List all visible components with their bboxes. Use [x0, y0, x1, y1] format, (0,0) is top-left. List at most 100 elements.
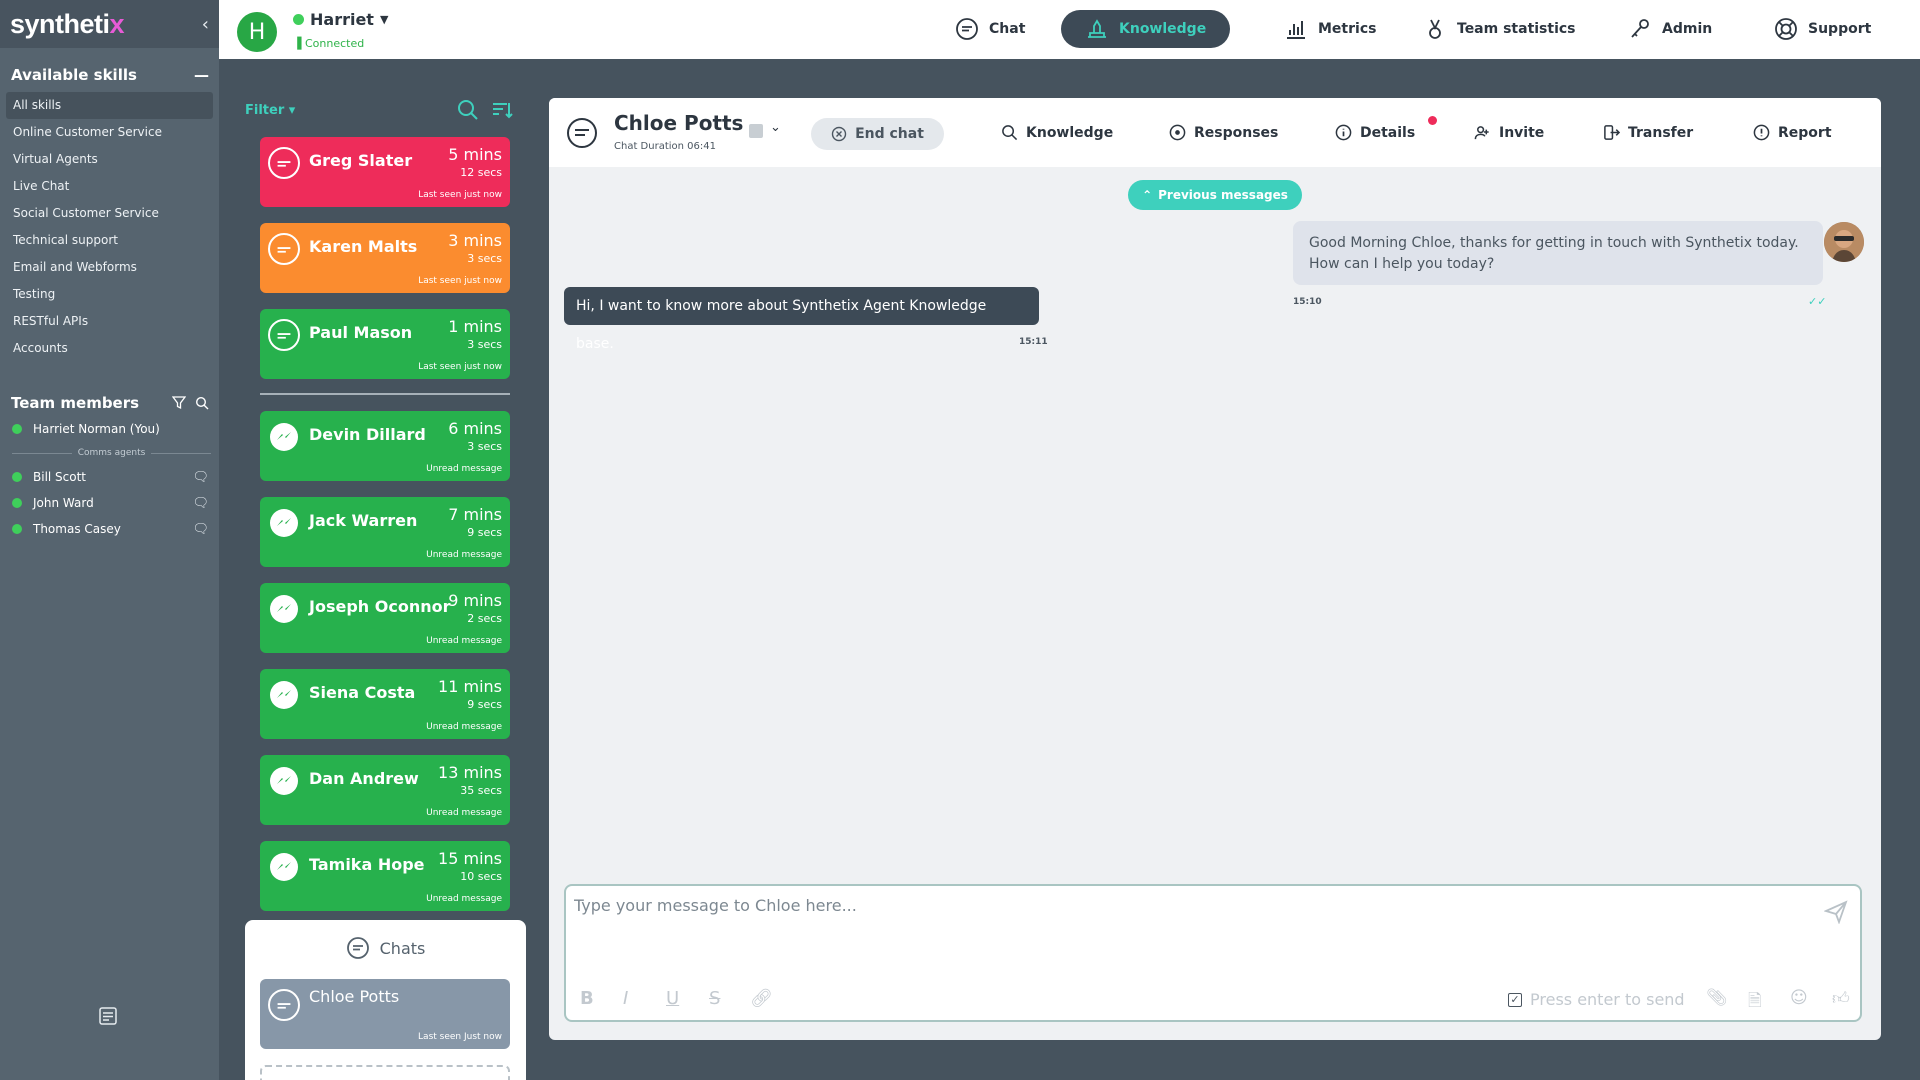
chat-bubbles-icon[interactable]: 🗨	[192, 496, 209, 511]
invite-action[interactable]: Invite	[1474, 124, 1544, 141]
knowledge-action[interactable]: Knowledge	[1001, 124, 1113, 141]
queue-card[interactable]: Jack Warren 7 mins 9 secs Unread message	[260, 497, 510, 567]
agent-avatar[interactable]: H	[237, 12, 277, 52]
messenger-icon	[268, 507, 300, 539]
queue-card-status: Unread message	[426, 722, 502, 732]
skill-social-customer-service[interactable]: Social Customer Service	[0, 200, 219, 227]
send-icon[interactable]	[1824, 900, 1848, 924]
minimize-icon[interactable]: —	[194, 66, 209, 84]
active-chat-card[interactable]: Chloe Potts Last seen Just now	[260, 979, 510, 1049]
chevron-down-icon[interactable]: ⌄	[770, 120, 781, 135]
transfer-action[interactable]: Transfer	[1603, 124, 1693, 141]
agent-message: Good Morning Chloe, thanks for getting i…	[1293, 221, 1823, 285]
skill-email-webforms[interactable]: Email and Webforms	[0, 254, 219, 281]
queue-card-status: Unread message	[426, 894, 502, 904]
queue-card-status: Unread message	[426, 636, 502, 646]
queue-card-status: Last seen just now	[418, 276, 502, 286]
nav-metrics[interactable]: Metrics	[1260, 10, 1400, 48]
queue-card-seconds: 2 secs	[467, 612, 502, 625]
queue-card-minutes: 15 mins	[438, 849, 502, 868]
agent-name: Harriet	[310, 10, 374, 29]
messenger-icon	[268, 851, 300, 883]
nav-support[interactable]: Support	[1750, 10, 1895, 48]
chat-status-indicator[interactable]	[749, 124, 763, 138]
press-enter-toggle[interactable]: ✓ Press enter to send	[1508, 990, 1685, 1009]
chat-bubbles-icon[interactable]: 🗨	[192, 470, 209, 485]
document-icon[interactable]	[98, 1006, 118, 1026]
queue-card-seconds: 12 secs	[460, 166, 502, 179]
customer-name: Chloe Potts	[614, 111, 744, 135]
online-status-dot	[12, 498, 22, 508]
note-icon[interactable]: 🗎︎	[1748, 988, 1762, 1017]
queue-card[interactable]: Paul Mason 1 mins 3 secs Last seen just now	[260, 309, 510, 379]
sort-icon[interactable]	[491, 99, 513, 121]
team-member[interactable]: Thomas Casey 🗨	[0, 516, 219, 542]
queue-card-name: Devin Dillard	[309, 425, 426, 444]
details-action[interactable]: Details	[1335, 124, 1415, 141]
team-member[interactable]: John Ward 🗨	[0, 490, 219, 516]
queue-card[interactable]: Tamika Hope 15 mins 10 secs Unread message	[260, 841, 510, 911]
strikethrough-icon[interactable]: S	[709, 988, 720, 1009]
key-icon	[1631, 19, 1649, 38]
previous-messages-button[interactable]: ⌃ Previous messages	[1128, 180, 1302, 210]
queue-card[interactable]: Siena Costa 11 mins 9 secs Unread message	[260, 669, 510, 739]
emoji-icon[interactable]: ☺︎	[1790, 988, 1808, 1008]
responses-action[interactable]: Responses	[1169, 124, 1278, 141]
queue-card[interactable]: Joseph Oconnor 9 mins 2 secs Unread message	[260, 583, 510, 653]
queue-card-status: Unread message	[426, 464, 502, 474]
customer-message: Hi, I want to know more about Synthetix …	[564, 287, 1039, 352]
queue-card[interactable]: Devin Dillard 6 mins 3 secs Unread message	[260, 411, 510, 481]
queue-card[interactable]: Karen Malts 3 mins 3 secs Last seen just no…	[260, 223, 510, 293]
queue-card-seconds: 9 secs	[467, 526, 502, 539]
end-chat-button[interactable]: End chat	[811, 118, 944, 150]
chat-icon	[268, 147, 300, 179]
collapse-sidebar-icon[interactable]: ‹	[202, 14, 209, 35]
chat-header: Chloe Potts Chat Duration 06:41 ⌄ End ch…	[549, 98, 1881, 167]
queue-card[interactable]: Dan Andrew 13 mins 35 secs Unread message	[260, 755, 510, 825]
skill-online-customer-service[interactable]: Online Customer Service	[0, 119, 219, 146]
transfer-icon	[1604, 125, 1620, 140]
team-member[interactable]: Bill Scott 🗨	[0, 464, 219, 490]
skill-live-chat[interactable]: Live Chat	[0, 173, 219, 200]
thumbs-up-icon[interactable]: 👍︎	[1832, 988, 1850, 1009]
skill-accounts[interactable]: Accounts	[0, 335, 219, 362]
agent-status-dropdown[interactable]: Harriet ▼	[293, 10, 388, 29]
queue-card-minutes: 11 mins	[438, 677, 502, 696]
skill-testing[interactable]: Testing	[0, 281, 219, 308]
skill-technical-support[interactable]: Technical support	[0, 227, 219, 254]
queue-card-seconds: 35 secs	[460, 784, 502, 797]
filter-icon[interactable]	[172, 396, 186, 410]
filter-dropdown[interactable]: Filter ▾	[245, 103, 295, 118]
search-icon[interactable]	[457, 99, 479, 121]
skill-all[interactable]: All skills	[6, 92, 213, 119]
skill-virtual-agents[interactable]: Virtual Agents	[0, 146, 219, 173]
bold-icon[interactable]: B	[580, 988, 594, 1009]
chat-bubbles-icon[interactable]: 🗨	[192, 522, 209, 537]
report-action[interactable]: Report	[1753, 124, 1832, 141]
chats-title: Chats	[245, 936, 526, 960]
nav-team-statistics[interactable]: Team statistics	[1399, 10, 1600, 48]
queue-card-minutes: 7 mins	[448, 505, 502, 524]
attachment-icon[interactable]: 📎︎	[1706, 988, 1728, 1008]
queue-card-name: Paul Mason	[309, 323, 413, 342]
italic-icon[interactable]: I	[623, 988, 628, 1009]
chat-icon	[268, 319, 300, 351]
messenger-icon	[268, 765, 300, 797]
search-icon[interactable]	[195, 396, 209, 410]
team-member-self[interactable]: Harriet Norman (You)	[0, 416, 219, 442]
app-logo: synthetix	[10, 8, 125, 39]
checkbox-checked-icon[interactable]: ✓	[1508, 992, 1522, 1007]
queue-card[interactable]: Greg Slater 5 mins 12 secs Last seen just n…	[260, 137, 510, 207]
online-status-dot	[12, 424, 22, 434]
link-icon[interactable]: 🔗︎	[750, 988, 773, 1009]
online-status-dot	[12, 472, 22, 482]
member-name: Harriet Norman (You)	[33, 422, 160, 436]
nav-chat[interactable]: Chat	[931, 10, 1049, 48]
nav-knowledge[interactable]: Knowledge	[1061, 10, 1231, 48]
queue-card-status: Unread message	[426, 808, 502, 818]
underline-icon[interactable]: U	[666, 988, 679, 1009]
message-input[interactable]	[574, 896, 1774, 915]
search-icon	[1002, 125, 1018, 141]
skill-restful-apis[interactable]: RESTful APIs	[0, 308, 219, 335]
nav-admin[interactable]: Admin	[1604, 10, 1736, 48]
